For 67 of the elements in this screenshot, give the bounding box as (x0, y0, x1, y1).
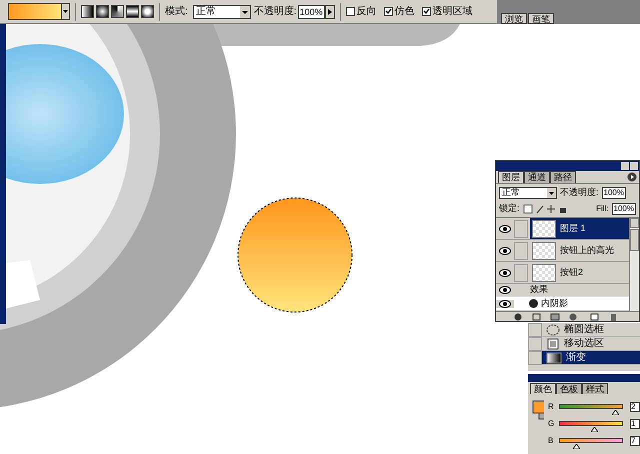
checkbox-label: 反向 (356, 5, 377, 19)
palette-tab[interactable]: 浏览 (501, 12, 527, 24)
gradient-picker[interactable] (8, 3, 70, 20)
checkbox[interactable] (384, 7, 393, 16)
channel-value[interactable]: 2 (630, 402, 640, 412)
layer-thumbnail (532, 264, 556, 282)
panel-tab[interactable]: 通道 (524, 171, 550, 183)
scrollbar[interactable] (629, 218, 639, 311)
lock-options-icon[interactable] (522, 204, 567, 214)
history-name: 椭圆选框 (564, 322, 604, 337)
document-icon (546, 338, 560, 350)
angle-gradient-button[interactable] (111, 5, 124, 18)
history-name: 渐变 (566, 350, 586, 365)
fill-label: Fill: (596, 203, 609, 215)
panel-menu-icon[interactable] (627, 172, 637, 182)
caret-icon (63, 10, 68, 13)
eye-icon[interactable] (499, 300, 511, 308)
checkbox-label: 仿色 (394, 5, 415, 19)
opacity-label: 不透明度: (254, 4, 297, 19)
eye-icon[interactable] (499, 224, 511, 232)
diamond-gradient-button[interactable] (141, 5, 154, 18)
caret-icon (240, 6, 250, 18)
history-item[interactable]: 渐变 (528, 351, 640, 365)
eye-icon[interactable] (499, 268, 511, 276)
opacity-label: 不透明度: (560, 186, 599, 199)
layer-name: 按钮2 (560, 266, 584, 279)
color-swatch-icon[interactable] (532, 400, 544, 420)
layer-row[interactable]: 按钮上的高光 (496, 240, 629, 262)
channel-label: R (548, 400, 555, 412)
layer-name: 按钮上的高光 (560, 244, 614, 257)
channel-label: B (548, 434, 554, 446)
layer-thumbnail (532, 220, 556, 238)
mode-label: 模式: (165, 4, 188, 19)
effects-label: 效果 (530, 283, 548, 296)
linear-gradient-button[interactable] (81, 5, 94, 18)
panel-tab[interactable]: 路径 (550, 171, 576, 183)
effect-name: 内阴影 (541, 296, 568, 310)
layer-thumbnail (532, 242, 556, 260)
checkbox[interactable] (422, 7, 431, 16)
channel-value[interactable]: 7 (630, 436, 640, 446)
channel-value[interactable]: 1 (630, 418, 640, 428)
ellipse-marquee-icon (546, 324, 560, 336)
eye-icon[interactable] (499, 246, 511, 254)
radial-gradient-button[interactable] (96, 5, 109, 18)
layer-name: 图层 1 (560, 222, 586, 235)
effect-icon (529, 299, 538, 308)
panel-tab[interactable]: 图层 (498, 171, 524, 183)
eye-icon[interactable] (499, 286, 511, 294)
blend-mode-dropdown[interactable]: 正常 (499, 186, 557, 198)
mode-dropdown[interactable]: 正常 (192, 4, 251, 18)
channel-label: G (548, 418, 556, 430)
panel-tab[interactable]: 色板 (556, 383, 582, 394)
arrow-right-icon[interactable] (324, 4, 335, 18)
lock-label: 锁定: (499, 202, 520, 216)
opacity-field[interactable]: 100% (298, 4, 325, 18)
fill-field[interactable]: 100% (612, 203, 636, 215)
reflected-gradient-button[interactable] (126, 5, 139, 18)
checkbox[interactable] (346, 7, 355, 16)
palette-tab[interactable]: 画笔 (528, 12, 554, 24)
gradient-icon (546, 352, 562, 364)
history-name: 移动选区 (564, 336, 604, 351)
layer-row[interactable]: 按钮2 (496, 262, 629, 284)
opacity-field[interactable]: 100% (602, 186, 626, 198)
panel-tab[interactable]: 样式 (582, 383, 608, 394)
caret-icon (547, 188, 556, 198)
panel-tab[interactable]: 颜色 (530, 383, 556, 394)
checkbox-label: 透明区域 (432, 4, 473, 19)
